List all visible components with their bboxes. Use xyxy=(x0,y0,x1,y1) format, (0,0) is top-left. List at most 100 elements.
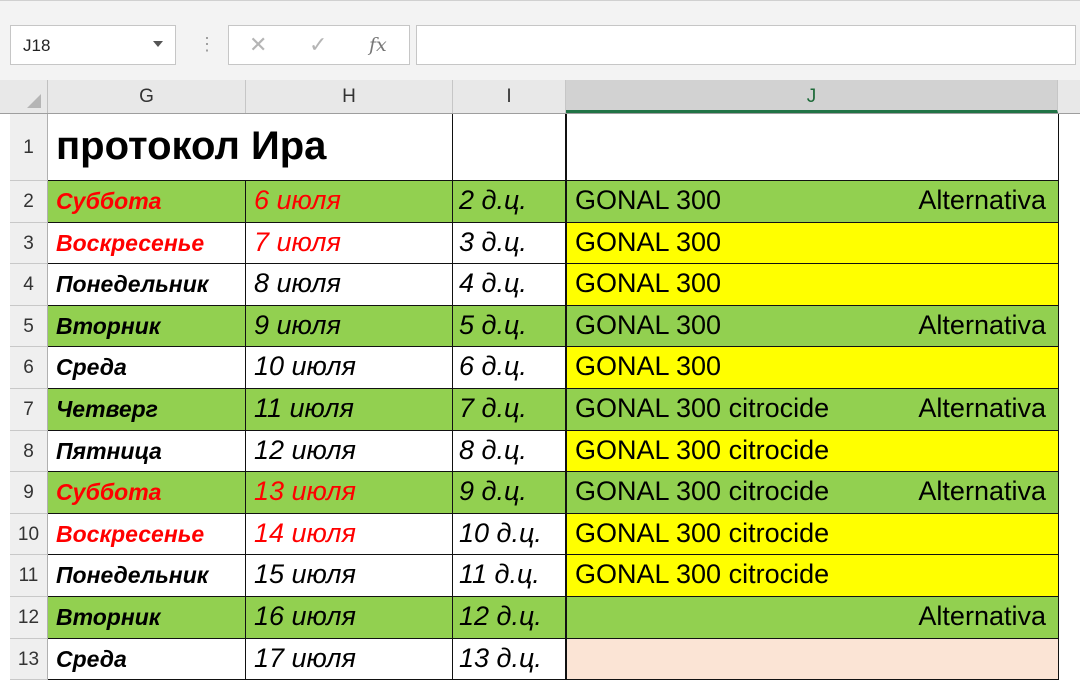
cell-medication[interactable]: GONAL 300 citrocide Alternativa xyxy=(566,472,1059,514)
cell-cycle-day[interactable]: 5 д.ц. xyxy=(453,306,566,347)
cell-day[interactable]: Пятница xyxy=(48,431,246,472)
row-header[interactable]: 9 xyxy=(10,472,48,514)
cell-day[interactable]: Понедельник xyxy=(48,264,246,306)
cell-j1[interactable] xyxy=(566,114,1059,181)
cell-medication[interactable]: GONAL 300 Alternativa xyxy=(566,306,1059,347)
cell-cycle-day[interactable]: 8 д.ц. xyxy=(453,431,566,472)
cell-medication[interactable]: GONAL 300 citrocide xyxy=(566,431,1059,472)
date-text: 6 июля xyxy=(254,185,341,215)
row-header[interactable]: 2 xyxy=(10,181,48,223)
cell-date[interactable]: 14 июля xyxy=(246,514,453,555)
row-header[interactable]: 1 xyxy=(10,114,48,181)
column-header-h[interactable]: H xyxy=(246,80,453,113)
cell-i1[interactable] xyxy=(453,114,566,181)
cell-day[interactable]: Воскресенье xyxy=(48,223,246,264)
cell-cycle-day[interactable]: 10 д.ц. xyxy=(453,514,566,555)
cell-medication[interactable] xyxy=(566,639,1059,680)
cycle-day-text: 9 д.ц. xyxy=(459,476,527,506)
cell-date[interactable]: 15 июля xyxy=(246,555,453,597)
column-header-g[interactable]: G xyxy=(48,80,246,113)
cell-medication[interactable]: GONAL 300 xyxy=(566,223,1059,264)
cell-cycle-day[interactable]: 3 д.ц. xyxy=(453,223,566,264)
day-name: Суббота xyxy=(56,479,162,505)
row-header[interactable]: 3 xyxy=(10,223,48,264)
formula-input[interactable] xyxy=(416,25,1076,65)
cell-day[interactable]: Четверг xyxy=(48,389,246,431)
cell-cycle-day[interactable]: 12 д.ц. xyxy=(453,597,566,639)
cell-day[interactable]: Понедельник xyxy=(48,555,246,597)
date-text: 12 июля xyxy=(254,434,356,465)
cell-medication[interactable]: GONAL 300 citrocide xyxy=(566,514,1059,555)
note-text: Alternativa xyxy=(918,476,1046,506)
medication-text: GONAL 300 citrocide xyxy=(575,517,830,548)
medication-text: GONAL 300 xyxy=(575,185,722,215)
row-header[interactable]: 11 xyxy=(10,555,48,597)
cell-day[interactable]: Вторник xyxy=(48,597,246,639)
cell-cycle-day[interactable]: 6 д.ц. xyxy=(453,347,566,389)
cell-date[interactable]: 6 июля xyxy=(246,181,453,223)
row-header[interactable]: 10 xyxy=(10,514,48,555)
cell-day[interactable]: Воскресенье xyxy=(48,514,246,555)
row-header[interactable]: 4 xyxy=(10,264,48,306)
row-header[interactable]: 7 xyxy=(10,389,48,431)
cell-day[interactable]: Среда xyxy=(48,347,246,389)
chevron-down-icon[interactable] xyxy=(153,41,163,47)
cycle-day-text: 12 д.ц. xyxy=(459,601,542,631)
note-text: Alternativa xyxy=(918,309,1046,340)
row-header[interactable]: 6 xyxy=(10,347,48,389)
column-header-row: G H I J xyxy=(0,80,1080,114)
cycle-day-text: 3 д.ц. xyxy=(459,226,527,257)
cell-medication[interactable]: Alternativa xyxy=(566,597,1059,639)
date-text: 13 июля xyxy=(254,476,356,506)
cell-day[interactable]: Вторник xyxy=(48,306,246,347)
cycle-day-text: 7 д.ц. xyxy=(459,393,527,423)
select-all-button[interactable] xyxy=(10,80,48,113)
column-header-i[interactable]: I xyxy=(453,80,566,113)
cell-date[interactable]: 7 июля xyxy=(246,223,453,264)
day-name: Суббота xyxy=(56,188,162,214)
cell-date[interactable]: 9 июля xyxy=(246,306,453,347)
sheet-title: протокол Ира xyxy=(56,124,327,168)
close-icon[interactable]: ✕ xyxy=(249,32,267,58)
cell-date[interactable]: 10 июля xyxy=(246,347,453,389)
cell-cycle-day[interactable]: 7 д.ц. xyxy=(453,389,566,431)
cell-date[interactable]: 17 июля xyxy=(246,639,453,680)
check-icon[interactable]: ✓ xyxy=(309,32,327,58)
cell-medication[interactable]: GONAL 300 Alternativa xyxy=(566,181,1059,223)
cell-cycle-day[interactable]: 9 д.ц. xyxy=(453,472,566,514)
cell-cycle-day[interactable]: 2 д.ц. xyxy=(453,181,566,223)
row-header[interactable]: 13 xyxy=(10,639,48,680)
day-name: Среда xyxy=(56,645,127,672)
cell-day[interactable]: Суббота xyxy=(48,181,246,223)
row-header[interactable]: 5 xyxy=(10,306,48,347)
cell-medication[interactable]: GONAL 300 xyxy=(566,264,1059,306)
date-text: 11 июля xyxy=(254,393,354,423)
table-row: 4 Понедельник 8 июля 4 д.ц. GONAL 300 xyxy=(0,264,1080,306)
title-cell[interactable]: протокол Ира xyxy=(48,114,453,181)
column-header-j[interactable]: J xyxy=(566,80,1058,113)
row-header[interactable]: 8 xyxy=(10,431,48,472)
table-row: 13 Среда 17 июля 13 д.ц. xyxy=(0,639,1080,680)
cell-date[interactable]: 13 июля xyxy=(246,472,453,514)
cell-cycle-day[interactable]: 13 д.ц. xyxy=(453,639,566,680)
cell-date[interactable]: 16 июля xyxy=(246,597,453,639)
table-row: 3 Воскресенье 7 июля 3 д.ц. GONAL 300 xyxy=(0,223,1080,264)
name-box[interactable]: J18 xyxy=(10,25,176,65)
name-box-value[interactable]: J18 xyxy=(23,36,50,56)
cell-cycle-day[interactable]: 11 д.ц. xyxy=(453,555,566,597)
cell-day[interactable]: Суббота xyxy=(48,472,246,514)
cell-cycle-day[interactable]: 4 д.ц. xyxy=(453,264,566,306)
row-header[interactable]: 12 xyxy=(10,597,48,639)
cell-medication[interactable]: GONAL 300 citrocide Alternativa xyxy=(566,389,1059,431)
select-all-icon[interactable] xyxy=(27,94,41,108)
medication-text: GONAL 300 citrocide xyxy=(575,559,830,589)
cell-medication[interactable]: GONAL 300 citrocide xyxy=(566,555,1059,597)
cell-day[interactable]: Среда xyxy=(48,639,246,680)
cell-date[interactable]: 8 июля xyxy=(246,264,453,306)
day-name: Понедельник xyxy=(56,271,209,297)
cell-date[interactable]: 12 июля xyxy=(246,431,453,472)
medication-text: GONAL 300 citrocide xyxy=(575,476,830,506)
cell-date[interactable]: 11 июля xyxy=(246,389,453,431)
fx-icon[interactable]: fx xyxy=(369,34,387,56)
cell-medication[interactable]: GONAL 300 xyxy=(566,347,1059,389)
